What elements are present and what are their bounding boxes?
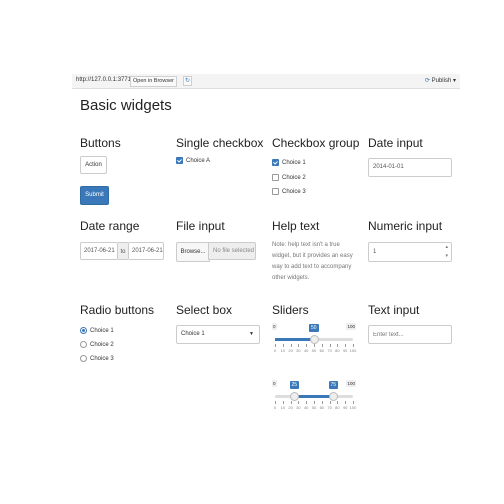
slider-tick <box>282 344 284 347</box>
spinner-icon[interactable]: ▴ ▾ <box>445 243 448 261</box>
slider-max-label: 100 <box>346 380 356 387</box>
radio-label: Choice 1 <box>90 328 114 335</box>
slider-handle[interactable] <box>309 335 319 344</box>
publish-button[interactable]: ⟳ Publish ▾ <box>425 77 456 84</box>
slider-value-bubble: 50 <box>309 324 319 332</box>
numeric-input-field[interactable]: 1 ▴ ▾ <box>368 242 452 262</box>
refresh-icon[interactable]: ↻ <box>183 76 192 86</box>
checkbox-icon[interactable] <box>176 157 183 164</box>
slider-range[interactable]: 0 100 25 75 0 10 20 30 40 50 60 70 80 90 100 <box>272 380 356 416</box>
date-range-separator: to <box>118 242 128 260</box>
select-box-value: Choice 1 <box>181 331 205 337</box>
page-title: Basic widgets <box>80 97 172 114</box>
slider-tick <box>345 401 347 404</box>
browse-button[interactable]: Browse... <box>176 242 210 262</box>
publish-label: Publish <box>431 78 452 84</box>
single-checkbox[interactable]: Choice A <box>176 157 210 164</box>
checkbox-icon[interactable] <box>272 159 279 166</box>
date-range-heading: Date range <box>80 219 140 233</box>
slider-max-label: 100 <box>346 323 356 330</box>
slider-tick <box>337 344 339 347</box>
slider-tick <box>275 401 276 404</box>
slider-tick <box>290 401 292 404</box>
slider-fill <box>275 338 314 341</box>
select-box-heading: Select box <box>176 303 233 317</box>
slider-tick <box>321 344 323 347</box>
sliders-heading: Sliders <box>272 303 309 317</box>
slider-high-bubble: 75 <box>328 381 339 389</box>
radio-item[interactable]: Choice 1 <box>80 327 114 334</box>
slider-handle-high[interactable] <box>329 392 338 401</box>
numeric-input-heading: Numeric input <box>368 219 443 233</box>
slider-tick <box>290 344 292 347</box>
slider-tick <box>337 401 339 404</box>
date-range-end[interactable]: 2017-06-21 <box>128 242 164 260</box>
numeric-input-value: 1 <box>373 249 377 255</box>
radio-buttons-heading: Radio buttons <box>80 303 155 317</box>
text-input-heading: Text input <box>368 303 420 317</box>
file-input-heading: File input <box>176 219 225 233</box>
slider-tick <box>298 344 300 347</box>
open-in-browser-button[interactable]: Open in Browser <box>130 76 177 87</box>
date-input-field[interactable]: 2014-01-01 <box>368 158 452 177</box>
file-name-field: No file selected <box>208 242 256 260</box>
date-input-heading: Date input <box>368 136 423 150</box>
select-box[interactable]: Choice 1 ▼ <box>176 325 260 344</box>
checkbox-group-label: Choice 1 <box>282 160 306 167</box>
browser-toolbar: http://127.0.0.1:3771 Open in Browser ↻ … <box>72 74 460 89</box>
slider-tick <box>306 401 308 404</box>
radio-item[interactable]: Choice 3 <box>80 355 114 362</box>
slider-tick-label: 100 <box>349 348 357 353</box>
slider-tick <box>314 401 315 404</box>
checkbox-icon[interactable] <box>272 188 279 195</box>
slider-tick <box>306 344 308 347</box>
slider-handle-low[interactable] <box>290 392 299 401</box>
slider-tick <box>282 401 284 404</box>
checkbox-group-label: Choice 2 <box>282 175 306 182</box>
radio-icon[interactable] <box>80 327 87 334</box>
radio-label: Choice 3 <box>90 356 114 363</box>
radio-item[interactable]: Choice 2 <box>80 341 114 348</box>
slider-min-label: 0 <box>272 323 277 330</box>
slider-min-label: 0 <box>272 380 277 387</box>
slider-tick <box>329 344 331 347</box>
slider-tick <box>345 344 347 347</box>
single-checkbox-heading: Single checkbox <box>176 136 264 150</box>
action-button[interactable]: Action <box>80 156 107 174</box>
slider-tick <box>298 401 300 404</box>
slider-single[interactable]: 0 100 50 0 10 20 30 40 50 60 70 80 90 100 <box>272 323 356 359</box>
buttons-heading: Buttons <box>80 136 121 150</box>
open-in-browser-label: Open in Browser <box>133 78 174 84</box>
help-text: Note: help text isn't a true widget, but… <box>272 242 353 281</box>
publish-icon: ⟳ <box>424 78 430 84</box>
checkbox-group-item[interactable]: Choice 1 <box>272 159 306 166</box>
slider-tick <box>275 344 276 347</box>
checkbox-icon[interactable] <box>272 174 279 181</box>
radio-label: Choice 2 <box>90 342 114 349</box>
radio-icon[interactable] <box>80 355 87 362</box>
slider-low-bubble: 25 <box>289 381 300 389</box>
checkbox-group-heading: Checkbox group <box>272 136 360 150</box>
chevron-down-icon: ▼ <box>249 331 254 337</box>
slider-tick-label: 100 <box>349 405 357 410</box>
slider-tick <box>321 401 323 404</box>
slider-tick <box>329 401 331 404</box>
slider-tick <box>353 401 354 404</box>
date-range-start[interactable]: 2017-06-21 <box>80 242 118 260</box>
help-text-heading: Help text <box>272 219 320 233</box>
text-input-field[interactable] <box>368 325 452 344</box>
radio-icon[interactable] <box>80 341 87 348</box>
slider-tick <box>314 344 315 347</box>
slider-fill <box>294 395 334 398</box>
slider-tick <box>353 344 354 347</box>
checkbox-group-item[interactable]: Choice 2 <box>272 174 306 181</box>
checkbox-group-label: Choice 3 <box>282 189 306 196</box>
submit-button[interactable]: Submit <box>80 186 109 205</box>
checkbox-group-item[interactable]: Choice 3 <box>272 188 306 195</box>
url-text[interactable]: http://127.0.0.1:3771 <box>76 77 131 83</box>
single-checkbox-label: Choice A <box>186 158 211 165</box>
